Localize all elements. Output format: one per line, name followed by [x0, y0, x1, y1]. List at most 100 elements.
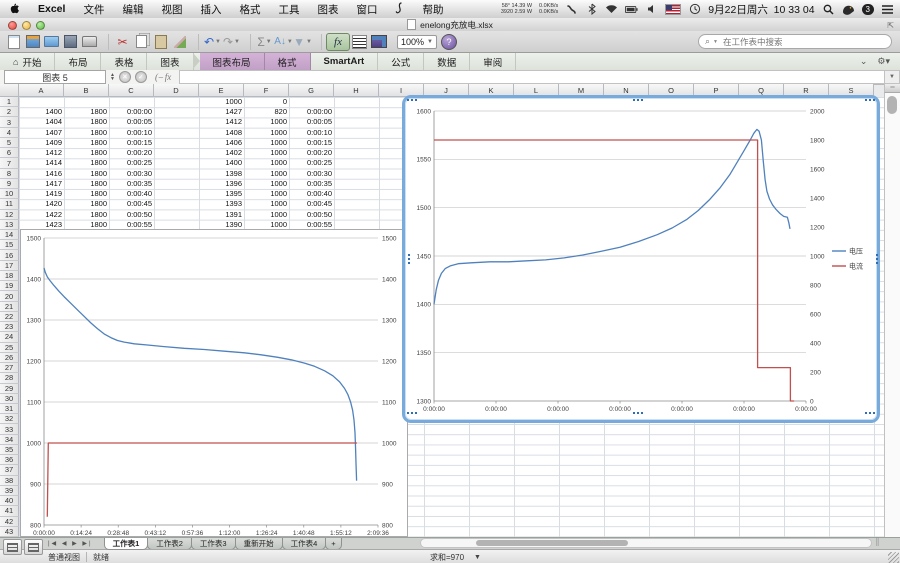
menu-图表[interactable]: 图表 — [308, 2, 347, 17]
menu-视图[interactable]: 视图 — [152, 2, 191, 17]
cell-F5[interactable]: 1000 — [244, 138, 287, 148]
row-header-23[interactable]: 23 — [0, 322, 19, 332]
format-painter-button[interactable] — [170, 33, 189, 50]
fullscreen-icon[interactable]: ⇱ — [887, 21, 894, 30]
select-all-corner[interactable] — [0, 84, 19, 97]
open-button[interactable] — [42, 33, 61, 50]
row-header-24[interactable]: 24 — [0, 332, 19, 342]
row-header-43[interactable]: 43 — [0, 527, 19, 537]
zoom-window-button[interactable] — [36, 21, 45, 30]
cell-B4[interactable]: 1800 — [64, 128, 107, 138]
cell-F8[interactable]: 1000 — [244, 169, 287, 179]
name-box-stepper[interactable]: ▲▼ — [110, 73, 115, 81]
row-header-42[interactable]: 42 — [0, 517, 19, 527]
cell-G2[interactable]: 0:00:00 — [289, 107, 332, 117]
cell-E4[interactable]: 1408 — [199, 128, 242, 138]
new-workbook-button[interactable] — [4, 33, 23, 50]
cell-F10[interactable]: 1000 — [244, 189, 287, 199]
ribbon-tab-公式[interactable]: 公式 — [378, 53, 424, 70]
row-header-2[interactable]: 2 — [0, 107, 19, 117]
column-header-G[interactable]: G — [289, 84, 334, 97]
row-header-17[interactable]: 17 — [0, 261, 19, 271]
row-header-18[interactable]: 18 — [0, 271, 19, 281]
cell-B8[interactable]: 1800 — [64, 169, 107, 179]
cell-E1[interactable]: 1000 — [199, 97, 242, 107]
horizontal-split-handle[interactable]: ║ — [875, 538, 883, 548]
cell-B5[interactable]: 1800 — [64, 138, 107, 148]
cell-A2[interactable]: 1400 — [19, 107, 62, 117]
close-window-button[interactable] — [8, 21, 17, 30]
bluetooth-icon[interactable] — [585, 3, 598, 16]
row-header-3[interactable]: 3 — [0, 117, 19, 127]
sheet-tab-工作表1[interactable]: 工作表1 — [104, 538, 149, 550]
row-header-10[interactable]: 10 — [0, 189, 19, 199]
cell-B3[interactable]: 1800 — [64, 117, 107, 127]
cell-C11[interactable]: 0:00:45 — [109, 199, 152, 209]
row-header-14[interactable]: 14 — [0, 230, 19, 240]
cell-C3[interactable]: 0:00:05 — [109, 117, 152, 127]
cell-F6[interactable]: 1000 — [244, 148, 287, 158]
list-menu-icon[interactable] — [881, 3, 894, 16]
ribbon-tab-表格[interactable]: 表格 — [101, 53, 147, 70]
charge-chart-selection-frame[interactable]: 1300135014001450150015501600020040060080… — [402, 95, 880, 423]
menu-文件[interactable]: 文件 — [74, 2, 113, 17]
cut-button[interactable]: ✂ — [113, 33, 132, 50]
cell-G5[interactable]: 0:00:15 — [289, 138, 332, 148]
ribbon-tab-开始[interactable]: ⌂开始 — [0, 53, 55, 70]
cell-A8[interactable]: 1416 — [19, 169, 62, 179]
row-header-15[interactable]: 15 — [0, 240, 19, 250]
ribbon-tab-格式[interactable]: 格式 — [265, 53, 311, 70]
cell-C7[interactable]: 0:00:25 — [109, 158, 152, 168]
menu-date[interactable]: 9月22日周六 10 33 04 — [708, 2, 814, 17]
cell-B9[interactable]: 1800 — [64, 179, 107, 189]
column-header-D[interactable]: D — [154, 84, 199, 97]
formula-bar-expand-icon[interactable]: ▼ — [884, 70, 900, 84]
cell-E2[interactable]: 1427 — [199, 107, 242, 117]
cell-G10[interactable]: 0:00:40 — [289, 189, 332, 199]
menu-格式[interactable]: 格式 — [230, 2, 269, 17]
open-template-button[interactable] — [23, 33, 42, 50]
vertical-scrollbar-thumb[interactable] — [887, 96, 897, 114]
row-header-1[interactable]: 1 — [0, 97, 19, 107]
row-header-11[interactable]: 11 — [0, 199, 19, 209]
cell-A10[interactable]: 1419 — [19, 189, 62, 199]
cell-C12[interactable]: 0:00:50 — [109, 210, 152, 220]
cell-E9[interactable]: 1396 — [199, 179, 242, 189]
cell-G6[interactable]: 0:00:20 — [289, 148, 332, 158]
horizontal-scrollbar[interactable] — [420, 538, 872, 548]
row-header-27[interactable]: 27 — [0, 363, 19, 373]
row-header-40[interactable]: 40 — [0, 496, 19, 506]
search-box[interactable]: ⌕▼ — [698, 34, 892, 49]
autosum-button[interactable]: Σ▼ — [255, 33, 274, 50]
row-header-19[interactable]: 19 — [0, 281, 19, 291]
selection-handle[interactable] — [865, 412, 875, 418]
help-button[interactable]: ? — [441, 34, 457, 50]
row-header-41[interactable]: 41 — [0, 506, 19, 516]
selection-handle[interactable] — [872, 254, 878, 264]
cell-B6[interactable]: 1800 — [64, 148, 107, 158]
menu-窗口[interactable]: 窗口 — [347, 2, 386, 17]
row-header-16[interactable]: 16 — [0, 250, 19, 260]
row-header-13[interactable]: 13 — [0, 220, 19, 230]
column-header-H[interactable]: H — [334, 84, 379, 97]
cell-F12[interactable]: 1000 — [244, 210, 287, 220]
normal-view-button[interactable] — [3, 539, 22, 555]
switch-windows-button[interactable] — [369, 33, 388, 50]
vertical-scrollbar[interactable] — [884, 84, 900, 537]
insert-function-icon[interactable]: (⎯ fx — [155, 72, 171, 83]
time-machine-icon[interactable] — [688, 3, 701, 16]
cell-C10[interactable]: 0:00:40 — [109, 189, 152, 199]
charge-chart[interactable]: 1300135014001450150015501600020040060080… — [408, 101, 874, 417]
cell-E6[interactable]: 1402 — [199, 148, 242, 158]
paste-button[interactable] — [151, 33, 170, 50]
cell-B7[interactable]: 1800 — [64, 158, 107, 168]
row-header-6[interactable]: 6 — [0, 148, 19, 158]
cell-F3[interactable]: 1000 — [244, 117, 287, 127]
copy-button[interactable] — [132, 33, 151, 50]
cell-F4[interactable]: 1000 — [244, 128, 287, 138]
row-header-5[interactable]: 5 — [0, 138, 19, 148]
show-formulas-button[interactable] — [350, 33, 369, 50]
window-title-bar[interactable]: enelong充放电.xlsx ⇱ — [0, 18, 900, 32]
row-header-4[interactable]: 4 — [0, 128, 19, 138]
selection-handle[interactable] — [404, 254, 410, 264]
